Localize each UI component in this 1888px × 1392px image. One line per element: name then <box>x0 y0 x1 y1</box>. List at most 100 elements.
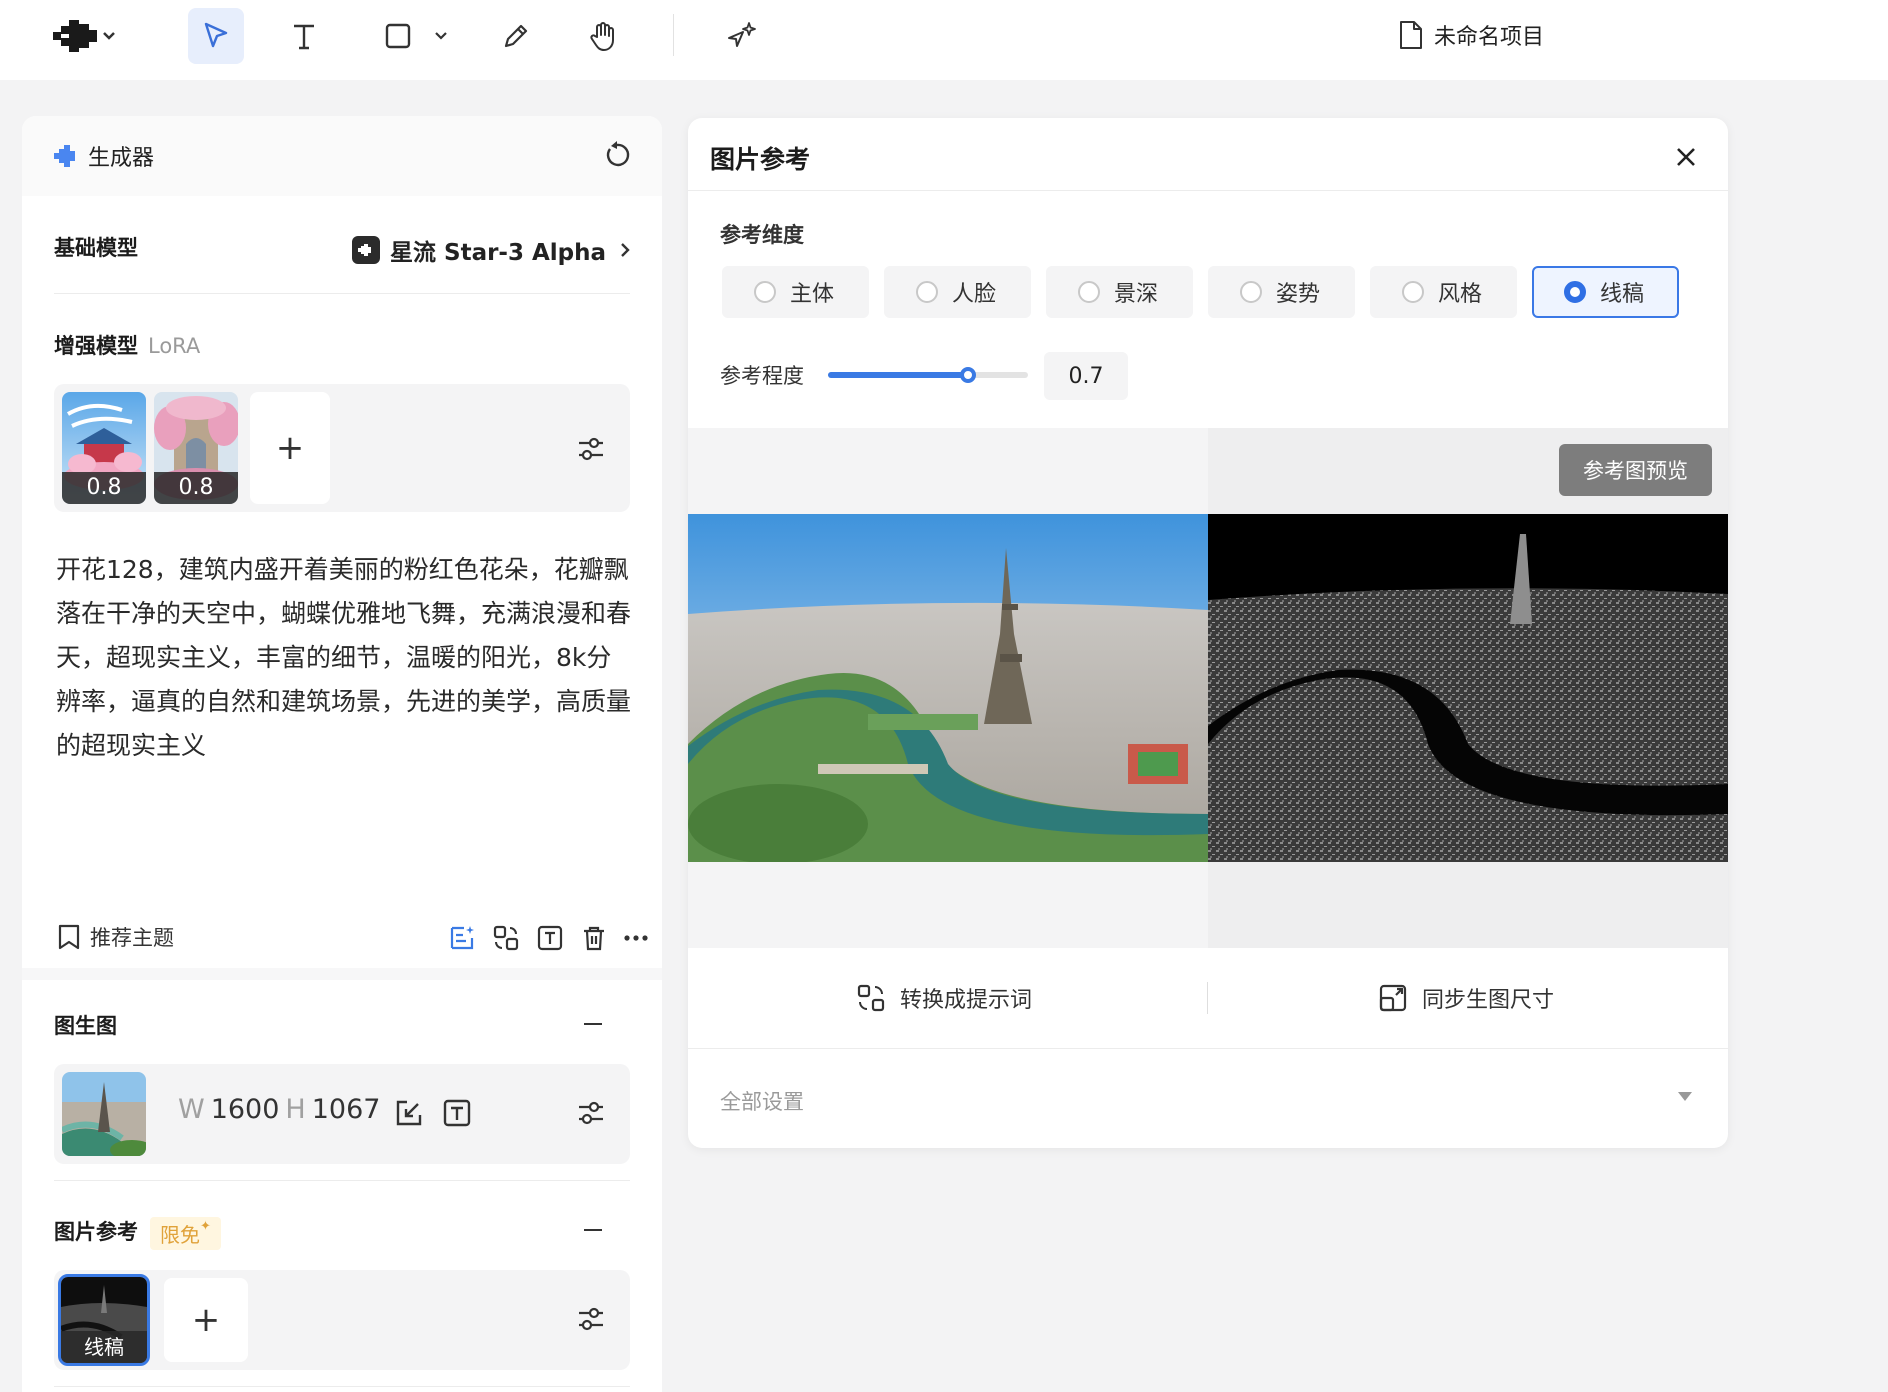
image-reference-panel: 图片参考 参考维度 主体 人脸 景深 姿势 风格 线稿 参考程度 0.7 参考图… <box>688 118 1728 1148</box>
add-image-ref-button[interactable]: + <box>164 1278 248 1362</box>
reference-original-image <box>688 514 1208 862</box>
divider <box>54 293 630 294</box>
dimension-options: 主体 人脸 景深 姿势 风格 线稿 <box>722 266 1679 318</box>
image-ref-thumb[interactable]: 线稿 <box>58 1274 150 1366</box>
trash-icon[interactable] <box>580 924 608 952</box>
toolbar-divider <box>673 14 674 56</box>
radio-icon <box>1240 281 1262 303</box>
collapse-image-ref-icon[interactable] <box>584 1229 602 1231</box>
actions-divider <box>1207 982 1208 1014</box>
chevron-down-icon <box>103 32 115 40</box>
image-ref-settings-icon[interactable] <box>576 1304 606 1334</box>
dimension-option-label: 风格 <box>1438 282 1483 307</box>
image-ref-label-text: 图片参考 <box>54 1220 138 1244</box>
lora-thumb-1[interactable]: 0.8 <box>62 392 146 504</box>
more-icon[interactable] <box>622 924 650 952</box>
reference-preview-button[interactable]: 参考图预览 <box>1559 444 1712 496</box>
divider <box>54 1386 630 1387</box>
img2img-settings-icon[interactable] <box>576 1098 606 1128</box>
reference-lineart-area <box>1208 428 1728 948</box>
pencil-icon <box>504 24 528 48</box>
dimension-option-face[interactable]: 人脸 <box>884 266 1031 318</box>
base-model-label: 基础模型 <box>54 236 138 260</box>
translate-icon[interactable] <box>492 924 520 952</box>
width-key: W <box>178 1094 205 1125</box>
dimension-option-label: 景深 <box>1114 282 1159 307</box>
img2img-size: W 1600 H 1067 <box>178 1094 380 1125</box>
degree-slider-fill <box>828 372 968 378</box>
degree-slider-handle[interactable] <box>960 367 976 383</box>
lora-tray: 0.8 0.8 + <box>54 384 630 512</box>
img2img-thumb[interactable] <box>62 1072 146 1156</box>
dimension-option-depth[interactable]: 景深 <box>1046 266 1193 318</box>
project-title[interactable]: 未命名项目 <box>1398 14 1544 56</box>
radio-icon <box>1402 281 1424 303</box>
base-model-select[interactable]: 星流 Star-3 Alpha <box>352 228 634 272</box>
generator-header: 生成器 <box>22 116 662 196</box>
text-tool-button[interactable] <box>276 8 332 64</box>
dimension-option-label: 线稿 <box>1600 282 1645 307</box>
top-toolbar: 未命名项目 <box>0 0 1888 80</box>
lora-thumb-2[interactable]: 0.8 <box>154 392 238 504</box>
dimension-option-label: 姿势 <box>1276 282 1321 307</box>
close-icon[interactable] <box>1674 145 1698 169</box>
generator-logo-icon <box>54 145 75 167</box>
degree-value-input[interactable]: 0.7 <box>1044 352 1128 400</box>
free-badge-text: 限免 <box>160 1222 200 1247</box>
text-extract-icon[interactable] <box>536 924 564 952</box>
star-icon: ✦ <box>200 1218 211 1234</box>
expand-image-icon[interactable] <box>394 1098 424 1128</box>
file-icon <box>1400 21 1422 49</box>
dimension-option-label: 人脸 <box>952 282 997 307</box>
lora-settings-icon[interactable] <box>576 434 606 464</box>
model-logo-icon <box>352 236 380 264</box>
image-text-icon[interactable] <box>442 1098 472 1128</box>
shape-tool-button[interactable] <box>372 8 456 64</box>
base-model-value: 星流 Star-3 Alpha <box>390 240 607 266</box>
select-tool-button[interactable] <box>188 8 244 64</box>
ai-tool-button[interactable] <box>714 8 770 64</box>
recommend-theme-label: 推荐主题 <box>90 926 174 950</box>
dimension-option-pose[interactable]: 姿势 <box>1208 266 1355 318</box>
reference-original-area <box>688 428 1208 948</box>
caret-down-icon[interactable] <box>1678 1092 1692 1101</box>
convert-to-prompt-button[interactable]: 转换成提示词 <box>856 978 1032 1018</box>
rectangle-icon <box>385 23 447 49</box>
height-key: H <box>285 1094 306 1125</box>
image-ref-tray: 线稿 + <box>54 1270 630 1370</box>
degree-slider[interactable] <box>828 367 1028 383</box>
dimension-option-subject[interactable]: 主体 <box>722 266 869 318</box>
hand-tool-button[interactable] <box>576 8 632 64</box>
reference-actions: 转换成提示词 同步生图尺寸 <box>688 948 1728 1048</box>
prompt-text[interactable]: 开花128，建筑内盛开着美丽的粉红色花朵，花瓣飘落在干净的天空中，蝴蝶优雅地飞舞… <box>56 548 636 768</box>
sync-size-button[interactable]: 同步生图尺寸 <box>1378 978 1554 1018</box>
dimension-option-lineart[interactable]: 线稿 <box>1532 266 1679 318</box>
radio-icon <box>1078 281 1100 303</box>
all-settings-toggle[interactable]: 全部设置 <box>720 1086 804 1116</box>
app-logo-menu[interactable] <box>32 8 132 64</box>
width-value: 1600 <box>210 1094 280 1125</box>
dimension-option-label: 主体 <box>790 282 835 307</box>
text-icon <box>294 24 314 50</box>
radio-icon <box>916 281 938 303</box>
actions-divider-line <box>688 1048 1728 1049</box>
collapse-img2img-icon[interactable] <box>584 1023 602 1025</box>
add-lora-button[interactable]: + <box>250 392 330 504</box>
bookmark-icon <box>58 924 80 950</box>
lora-label: 增强模型 LoRA <box>54 330 200 360</box>
reference-lineart-image <box>1208 514 1728 862</box>
prompt-toolbar: 推荐主题 <box>56 916 648 958</box>
degree-label: 参考程度 <box>720 364 804 388</box>
reset-icon[interactable] <box>602 140 632 170</box>
img2img-image <box>62 1072 146 1156</box>
height-value: 1067 <box>311 1094 381 1125</box>
pen-tool-button[interactable] <box>488 8 544 64</box>
lora-weight-2: 0.8 <box>154 472 238 504</box>
convert-to-prompt-label: 转换成提示词 <box>900 988 1033 1013</box>
dimension-option-style[interactable]: 风格 <box>1370 266 1517 318</box>
generator-title: 生成器 <box>88 146 155 171</box>
prompt-enhance-icon[interactable] <box>448 924 476 952</box>
recommend-theme-button[interactable]: 推荐主题 <box>56 916 174 958</box>
app-logo-icon <box>53 20 115 52</box>
divider <box>54 1180 630 1181</box>
